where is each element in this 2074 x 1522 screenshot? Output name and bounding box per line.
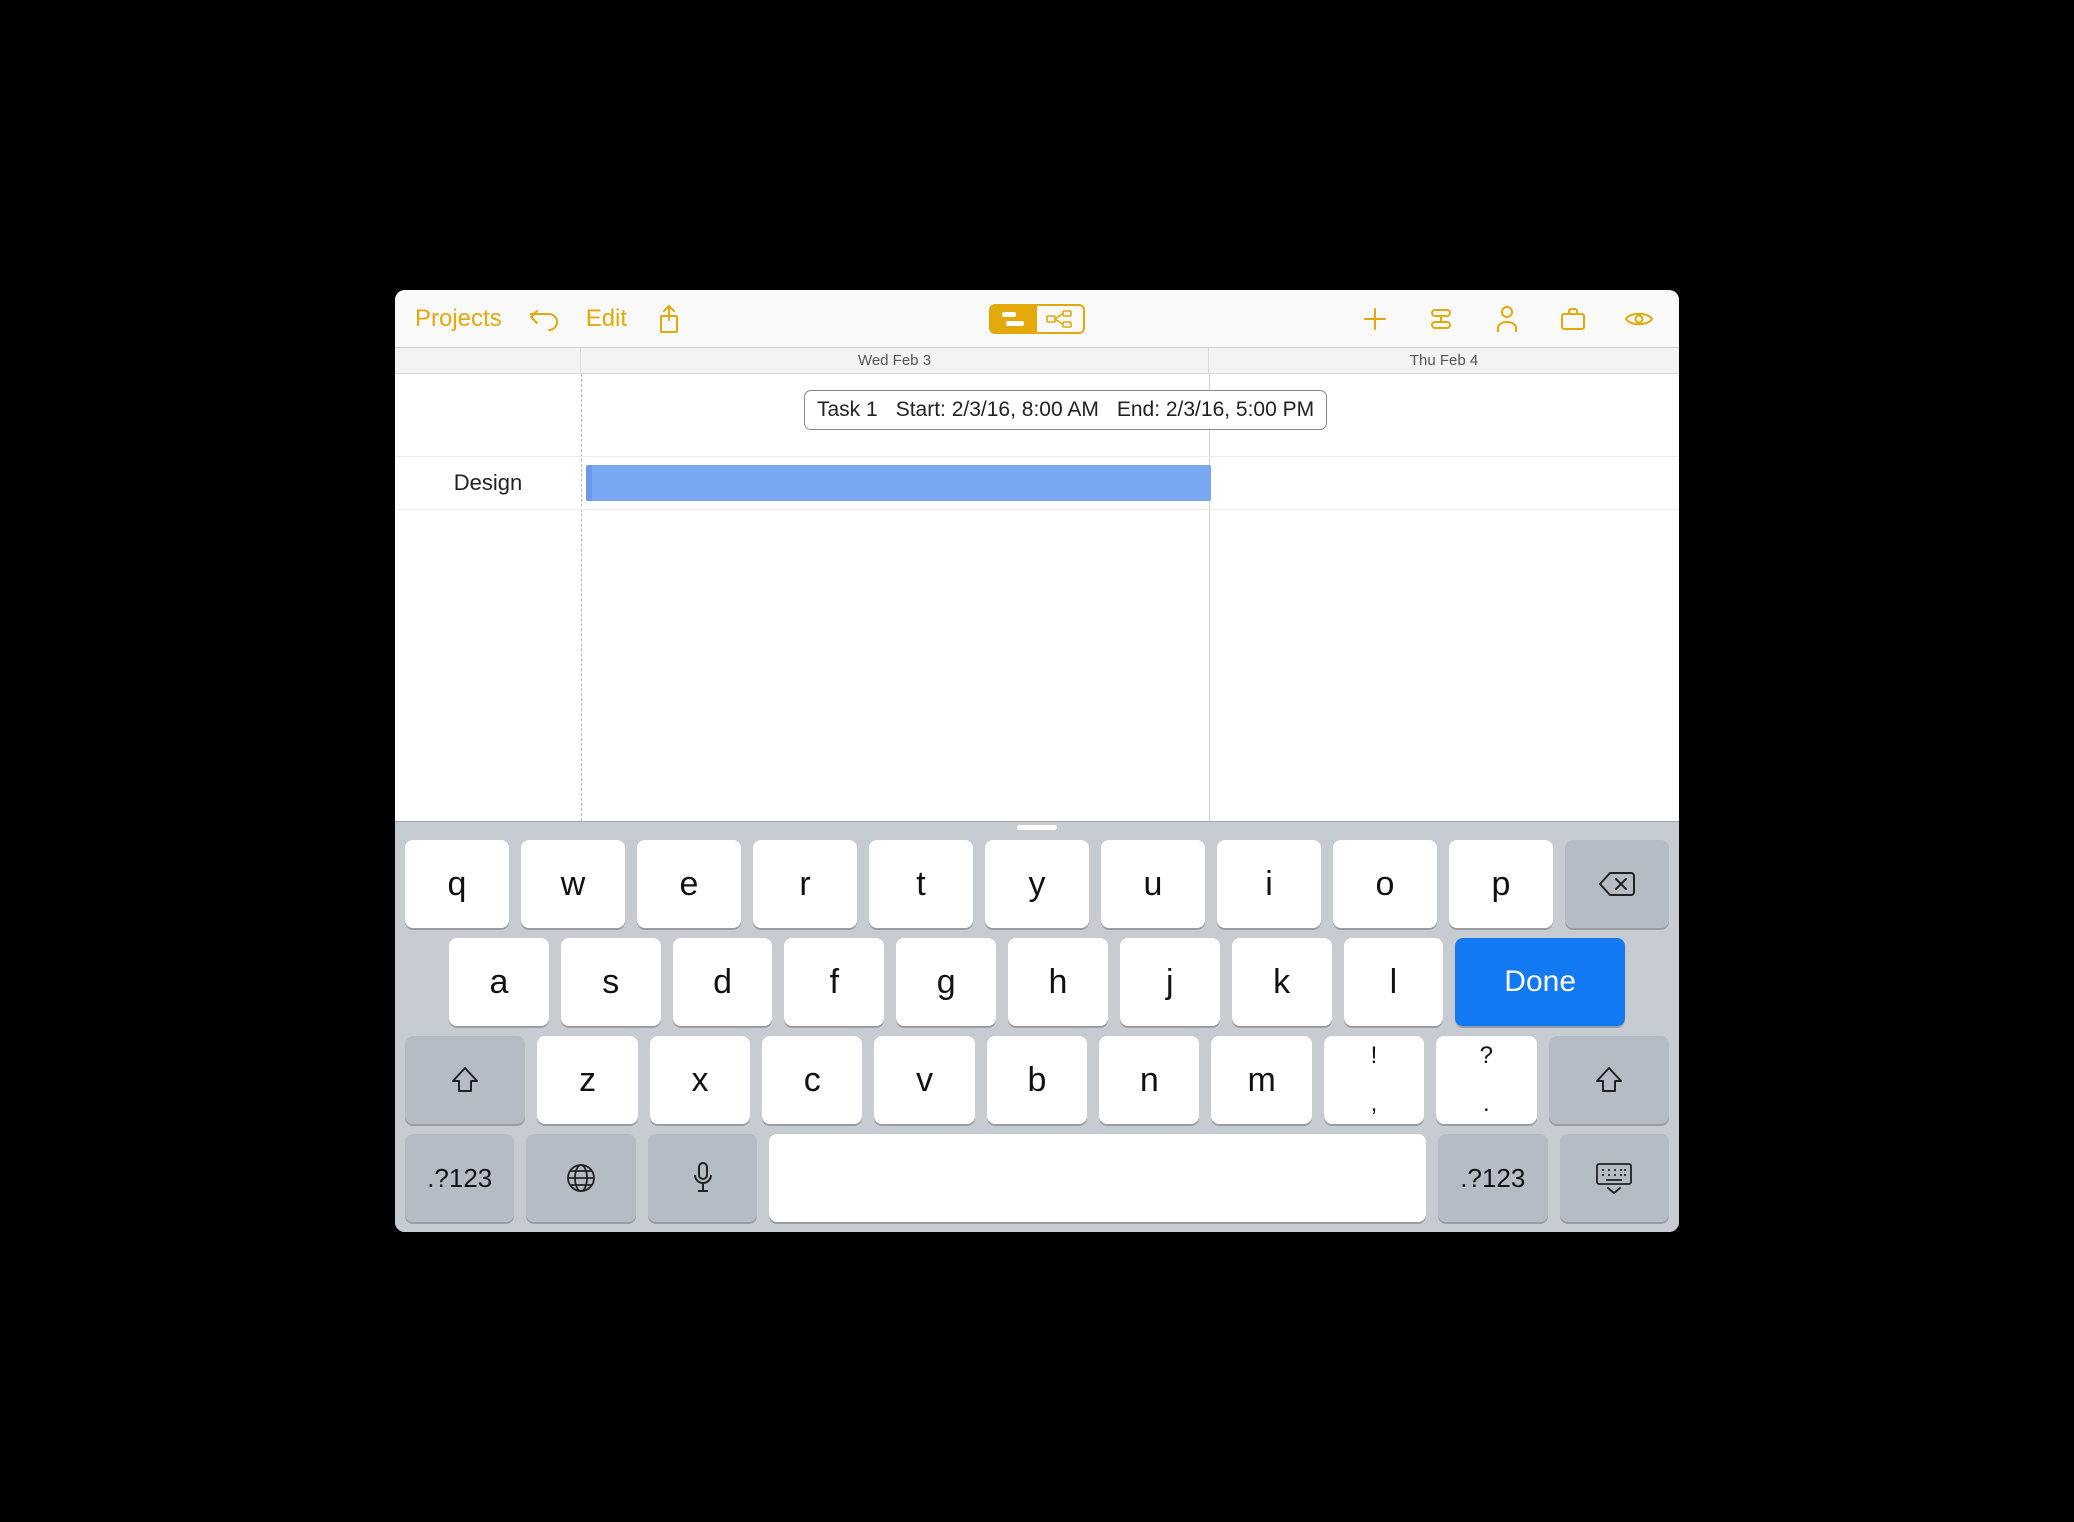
projects-button[interactable]: Projects: [403, 305, 514, 333]
key-b[interactable]: b: [987, 1036, 1087, 1124]
key-question-label: ?: [1480, 1042, 1493, 1070]
key-period[interactable]: ? .: [1436, 1036, 1536, 1124]
key-n[interactable]: n: [1099, 1036, 1199, 1124]
resources-button[interactable]: [1485, 297, 1529, 341]
undo-icon: [529, 307, 559, 331]
key-w[interactable]: w: [521, 840, 625, 928]
key-y[interactable]: y: [985, 840, 1089, 928]
view-mode-gantt[interactable]: [991, 306, 1037, 332]
key-e[interactable]: e: [637, 840, 741, 928]
key-m[interactable]: m: [1211, 1036, 1311, 1124]
hide-keyboard-icon: [1594, 1161, 1634, 1195]
key-dictate[interactable]: [648, 1134, 757, 1222]
outline-divider: [581, 374, 582, 821]
key-shift-left[interactable]: [405, 1036, 525, 1124]
globe-icon: [565, 1162, 597, 1194]
view-options-button[interactable]: [1617, 297, 1661, 341]
shift-icon: [450, 1065, 480, 1095]
key-p[interactable]: p: [1449, 840, 1553, 928]
task-bar[interactable]: [586, 465, 1211, 501]
key-period-label: .: [1483, 1090, 1490, 1118]
tooltip-task-name: Task 1: [817, 398, 878, 422]
key-v[interactable]: v: [874, 1036, 974, 1124]
add-button[interactable]: [1353, 297, 1397, 341]
key-comma[interactable]: ! ,: [1324, 1036, 1424, 1124]
tooltip-start: Start: 2/3/16, 8:00 AM: [896, 398, 1099, 422]
key-f[interactable]: f: [784, 938, 884, 1026]
tooltip-end: End: 2/3/16, 5:00 PM: [1117, 398, 1314, 422]
key-space[interactable]: [769, 1134, 1426, 1222]
eye-icon: [1624, 309, 1654, 329]
keyboard-row-4: .?123 .?123: [405, 1134, 1669, 1222]
key-o[interactable]: o: [1333, 840, 1437, 928]
view-mode-network[interactable]: [1037, 306, 1083, 332]
undo-button[interactable]: [522, 297, 566, 341]
toolbar-left: Projects Edit: [403, 297, 691, 341]
key-d[interactable]: d: [673, 938, 773, 1026]
key-q[interactable]: q: [405, 840, 509, 928]
timeline-day-2: Thu Feb 4: [1209, 348, 1679, 373]
key-s[interactable]: s: [561, 938, 661, 1026]
key-numbers-left[interactable]: .?123: [405, 1134, 514, 1222]
backspace-icon: [1598, 870, 1636, 898]
key-i[interactable]: i: [1217, 840, 1321, 928]
key-k[interactable]: k: [1232, 938, 1332, 1026]
key-c[interactable]: c: [762, 1036, 862, 1124]
task-tooltip: Task 1 Start: 2/3/16, 8:00 AM End: 2/3/1…: [804, 390, 1327, 430]
gantt-area[interactable]: Task 1 Start: 2/3/16, 8:00 AM End: 2/3/1…: [395, 374, 1679, 821]
person-icon: [1496, 305, 1518, 333]
key-shift-right[interactable]: [1549, 1036, 1669, 1124]
key-exclaim-label: !: [1371, 1042, 1378, 1070]
view-mode-segmented: [989, 304, 1085, 334]
app-window: Projects Edit: [395, 290, 1679, 1232]
keyboard-row-1: q w e r t y u i o p: [405, 840, 1669, 928]
key-done[interactable]: Done: [1455, 938, 1625, 1026]
key-z[interactable]: z: [537, 1036, 637, 1124]
key-comma-label: ,: [1371, 1090, 1378, 1118]
key-x[interactable]: x: [650, 1036, 750, 1124]
timeline-header-outline: [395, 348, 581, 373]
key-numbers-right[interactable]: .?123: [1438, 1134, 1547, 1222]
edit-button[interactable]: Edit: [574, 305, 639, 333]
network-icon: [1045, 310, 1075, 328]
task-row[interactable]: Design: [395, 456, 1679, 510]
keyboard-row-2: a s d f g h j k l Done: [405, 938, 1669, 1026]
briefcase-button[interactable]: [1551, 297, 1595, 341]
key-hide-keyboard[interactable]: [1560, 1134, 1669, 1222]
key-g[interactable]: g: [896, 938, 996, 1026]
key-l[interactable]: l: [1344, 938, 1444, 1026]
shift-icon: [1594, 1065, 1624, 1095]
onscreen-keyboard: q w e r t y u i o p a s d f g h j: [395, 821, 1679, 1232]
toolbar-right: [1353, 297, 1671, 341]
group-button[interactable]: [1419, 297, 1463, 341]
timeline-day-1: Wed Feb 3: [581, 348, 1209, 373]
toolbar: Projects Edit: [395, 290, 1679, 348]
share-icon: [657, 304, 681, 334]
keyboard-row-3: z x c v b n m ! , ? .: [405, 1036, 1669, 1124]
timeline-header: Wed Feb 3 Thu Feb 4: [395, 348, 1679, 374]
key-r[interactable]: r: [753, 840, 857, 928]
key-t[interactable]: t: [869, 840, 973, 928]
key-a[interactable]: a: [449, 938, 549, 1026]
microphone-icon: [691, 1161, 715, 1195]
day-divider: [1209, 374, 1210, 821]
keyboard-handle[interactable]: [1017, 825, 1057, 830]
gantt-icon: [1000, 310, 1028, 328]
briefcase-icon: [1559, 307, 1587, 331]
key-j[interactable]: j: [1120, 938, 1220, 1026]
key-h[interactable]: h: [1008, 938, 1108, 1026]
key-globe[interactable]: [526, 1134, 635, 1222]
key-u[interactable]: u: [1101, 840, 1205, 928]
task-label[interactable]: Design: [395, 470, 581, 496]
key-backspace[interactable]: [1565, 840, 1669, 928]
share-button[interactable]: [647, 297, 691, 341]
group-icon: [1428, 306, 1454, 332]
plus-icon: [1362, 306, 1388, 332]
